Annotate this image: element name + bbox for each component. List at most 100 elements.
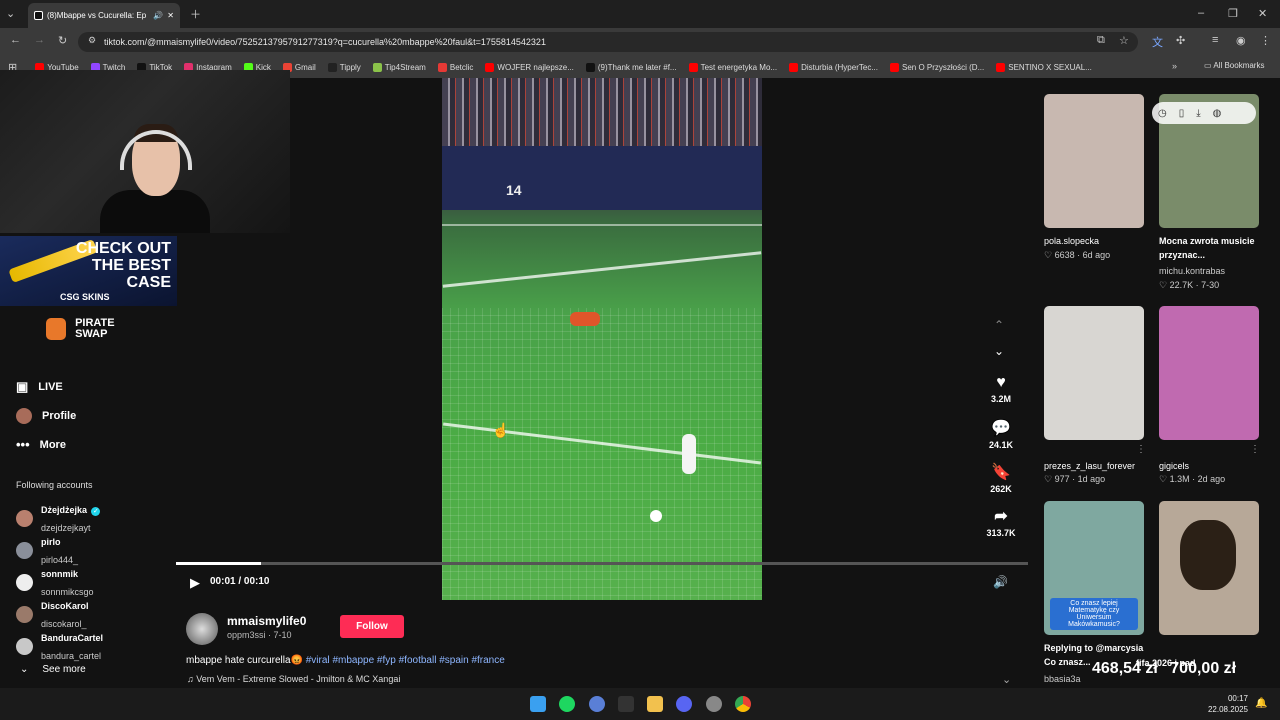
browser-tab[interactable]: (8)Mbappe vs Cucurella: Ep 🔊 ✕ <box>28 3 180 28</box>
maximize-icon[interactable]: ❐ <box>1228 7 1238 20</box>
comment-button[interactable]: 💬 24.1K <box>985 418 1017 450</box>
bookmark-item[interactable]: Sen O Przyszłości (D... <box>884 62 990 72</box>
play-icon[interactable]: ▶ <box>190 575 200 591</box>
thumbnail-user[interactable]: gigicels <box>1159 459 1189 473</box>
extensions-icon[interactable]: ✣ <box>1176 34 1185 47</box>
phone-icon[interactable]: ▯ <box>1179 108 1185 119</box>
window-close-icon[interactable]: ✕ <box>1258 7 1267 20</box>
new-tab-icon[interactable]: ＋ <box>190 6 201 22</box>
hashtag[interactable]: #fyp <box>377 655 396 666</box>
windows-start-icon[interactable] <box>530 696 546 712</box>
thumbnail-title[interactable]: Mocna zwrota musicie przyznac... <box>1159 234 1264 262</box>
account-name: BanduraCartel <box>41 633 104 643</box>
reload-icon[interactable]: ↻ <box>58 34 67 47</box>
spotify-icon[interactable] <box>559 696 575 712</box>
thumbnail-user[interactable]: michu.kontrabas <box>1159 264 1225 278</box>
author-avatar[interactable] <box>186 613 218 645</box>
bookmark-item[interactable]: Tip4Stream <box>367 62 432 72</box>
see-more-button[interactable]: ⌄ See more <box>20 664 86 675</box>
avatar <box>16 509 33 527</box>
save-button[interactable]: 🔖 262K <box>985 462 1017 494</box>
account-handle: bandura_cartel <box>41 651 102 661</box>
media-icon[interactable]: ≡ <box>1212 34 1218 46</box>
bookmark-item[interactable]: Test energetyka Mo... <box>683 62 783 72</box>
thumbnail-user[interactable]: bbasia3a <box>1044 672 1081 686</box>
video-thumbnail[interactable] <box>1044 306 1144 440</box>
bookmark-item[interactable]: Disturbia (HyperTec... <box>783 62 884 72</box>
following-account[interactable]: BanduraCartel bandura_cartel <box>16 628 103 664</box>
bookmark-item[interactable]: (9)Thank me later #f... <box>580 62 683 72</box>
history-icon[interactable]: ◷ <box>1158 108 1167 119</box>
following-account[interactable]: sonnmik sonnmikcsgo <box>16 564 94 600</box>
video-pitch-line <box>442 251 762 288</box>
back-icon[interactable]: ← <box>10 34 21 46</box>
chevron-up-icon[interactable]: ⌃ <box>994 318 1004 332</box>
bookmarks-overflow-icon[interactable]: » <box>1172 61 1177 71</box>
translate-icon[interactable]: 文 <box>1152 34 1163 50</box>
star-icon[interactable]: ☆ <box>1119 34 1129 47</box>
chevron-down-icon[interactable]: ⌄ <box>1002 673 1011 686</box>
hashtag[interactable]: #viral <box>306 655 330 666</box>
comment-icon: 💬 <box>991 420 1011 437</box>
pirate-text-2: SWAP <box>75 328 108 340</box>
following-account[interactable]: pirlo pirlo444_ <box>16 532 78 568</box>
thumbnail-user[interactable]: prezes_z_lasu_forever <box>1044 459 1135 473</box>
all-bookmarks[interactable]: ▭ All Bookmarks <box>1204 61 1264 70</box>
follow-button[interactable]: Follow <box>340 615 404 638</box>
app-icon[interactable] <box>589 696 605 712</box>
chevron-down-icon[interactable]: ⌄ <box>994 344 1004 358</box>
bookmark-label: Gmail <box>294 62 316 72</box>
bookmark-favicon-icon <box>890 62 899 72</box>
like-button[interactable]: ♥ 3.2M <box>985 374 1017 404</box>
download-icon[interactable]: ⤓ <box>1196 108 1200 119</box>
tab-title: (8)Mbappe vs Cucurella: Ep <box>47 11 147 20</box>
volume-icon[interactable]: 🔊 <box>993 575 1008 589</box>
live-icon: ▣ <box>16 379 29 394</box>
chrome-icon[interactable] <box>735 696 751 712</box>
video-player[interactable]: 14 <box>442 78 762 600</box>
obs-icon[interactable] <box>706 696 722 712</box>
thumbnail-user[interactable]: pola.slopecka <box>1044 234 1099 248</box>
more-options-icon[interactable]: ⋮ <box>1136 444 1146 455</box>
profile-avatar-icon[interactable]: ◉ <box>1236 34 1246 47</box>
video-thumbnail[interactable] <box>1159 306 1259 440</box>
caption-text: mbappe hate curcurella😡 <box>186 655 303 666</box>
bookmark-item[interactable]: Tipply <box>322 62 367 72</box>
author-name[interactable]: mmaismylife0 <box>227 614 306 628</box>
progress-bar[interactable] <box>176 562 1028 565</box>
notification-icon[interactable]: 🔔 <box>1255 698 1267 709</box>
menu-icon[interactable]: ⋮ <box>1260 34 1271 47</box>
minimize-icon[interactable]: – <box>1198 7 1204 19</box>
profile-icon <box>16 408 32 424</box>
site-info-icon[interactable]: ⚙ <box>88 35 96 46</box>
install-icon[interactable]: ⧉ <box>1097 34 1105 47</box>
more-options-icon[interactable]: ⋮ <box>1250 444 1260 455</box>
avatar[interactable]: ◍ <box>1213 108 1222 119</box>
bookmark-item[interactable]: Betclic <box>432 62 480 72</box>
sidebar-item-more[interactable]: ••• More <box>16 437 66 452</box>
tab-close-icon[interactable]: ✕ <box>167 11 174 20</box>
tab-list-icon[interactable]: ⌄ <box>6 7 15 20</box>
bookmark-item[interactable]: SENTINO X SEXUAL... <box>990 62 1098 72</box>
bookmark-item[interactable]: WOJFER najlepsze... <box>479 62 579 72</box>
following-account[interactable]: Dżejdżejka ✓ dzejdzejkayt <box>16 500 101 536</box>
account-name: pirlo <box>41 537 61 547</box>
video-thumbnail[interactable] <box>1044 94 1144 228</box>
discord-icon[interactable] <box>676 696 692 712</box>
music-info[interactable]: ♫ Vem Vem - Extreme Slowed - Jmilton & M… <box>187 674 400 684</box>
address-bar[interactable]: tiktok.com/@mmaismylife0/video/752521379… <box>78 32 1138 52</box>
file-explorer-icon[interactable] <box>647 696 663 712</box>
share-button[interactable]: ➦ 313.7K <box>985 506 1017 538</box>
hashtag[interactable]: #france <box>471 655 504 666</box>
hashtag[interactable]: #mbappe <box>332 655 374 666</box>
video-board-number: 14 <box>506 182 522 198</box>
epic-games-icon[interactable] <box>618 696 634 712</box>
clock[interactable]: 00:17 22.08.2025 <box>1208 693 1248 715</box>
forward-icon[interactable]: → <box>34 34 45 46</box>
sidebar-item-profile[interactable]: Profile <box>16 408 76 424</box>
sidebar-item-live[interactable]: ▣ LIVE <box>16 379 63 395</box>
save-count: 262K <box>990 484 1012 494</box>
following-account[interactable]: DiscoKarol discokarol_ <box>16 596 89 632</box>
hashtag[interactable]: #football <box>399 655 437 666</box>
hashtag[interactable]: #spain <box>439 655 468 666</box>
